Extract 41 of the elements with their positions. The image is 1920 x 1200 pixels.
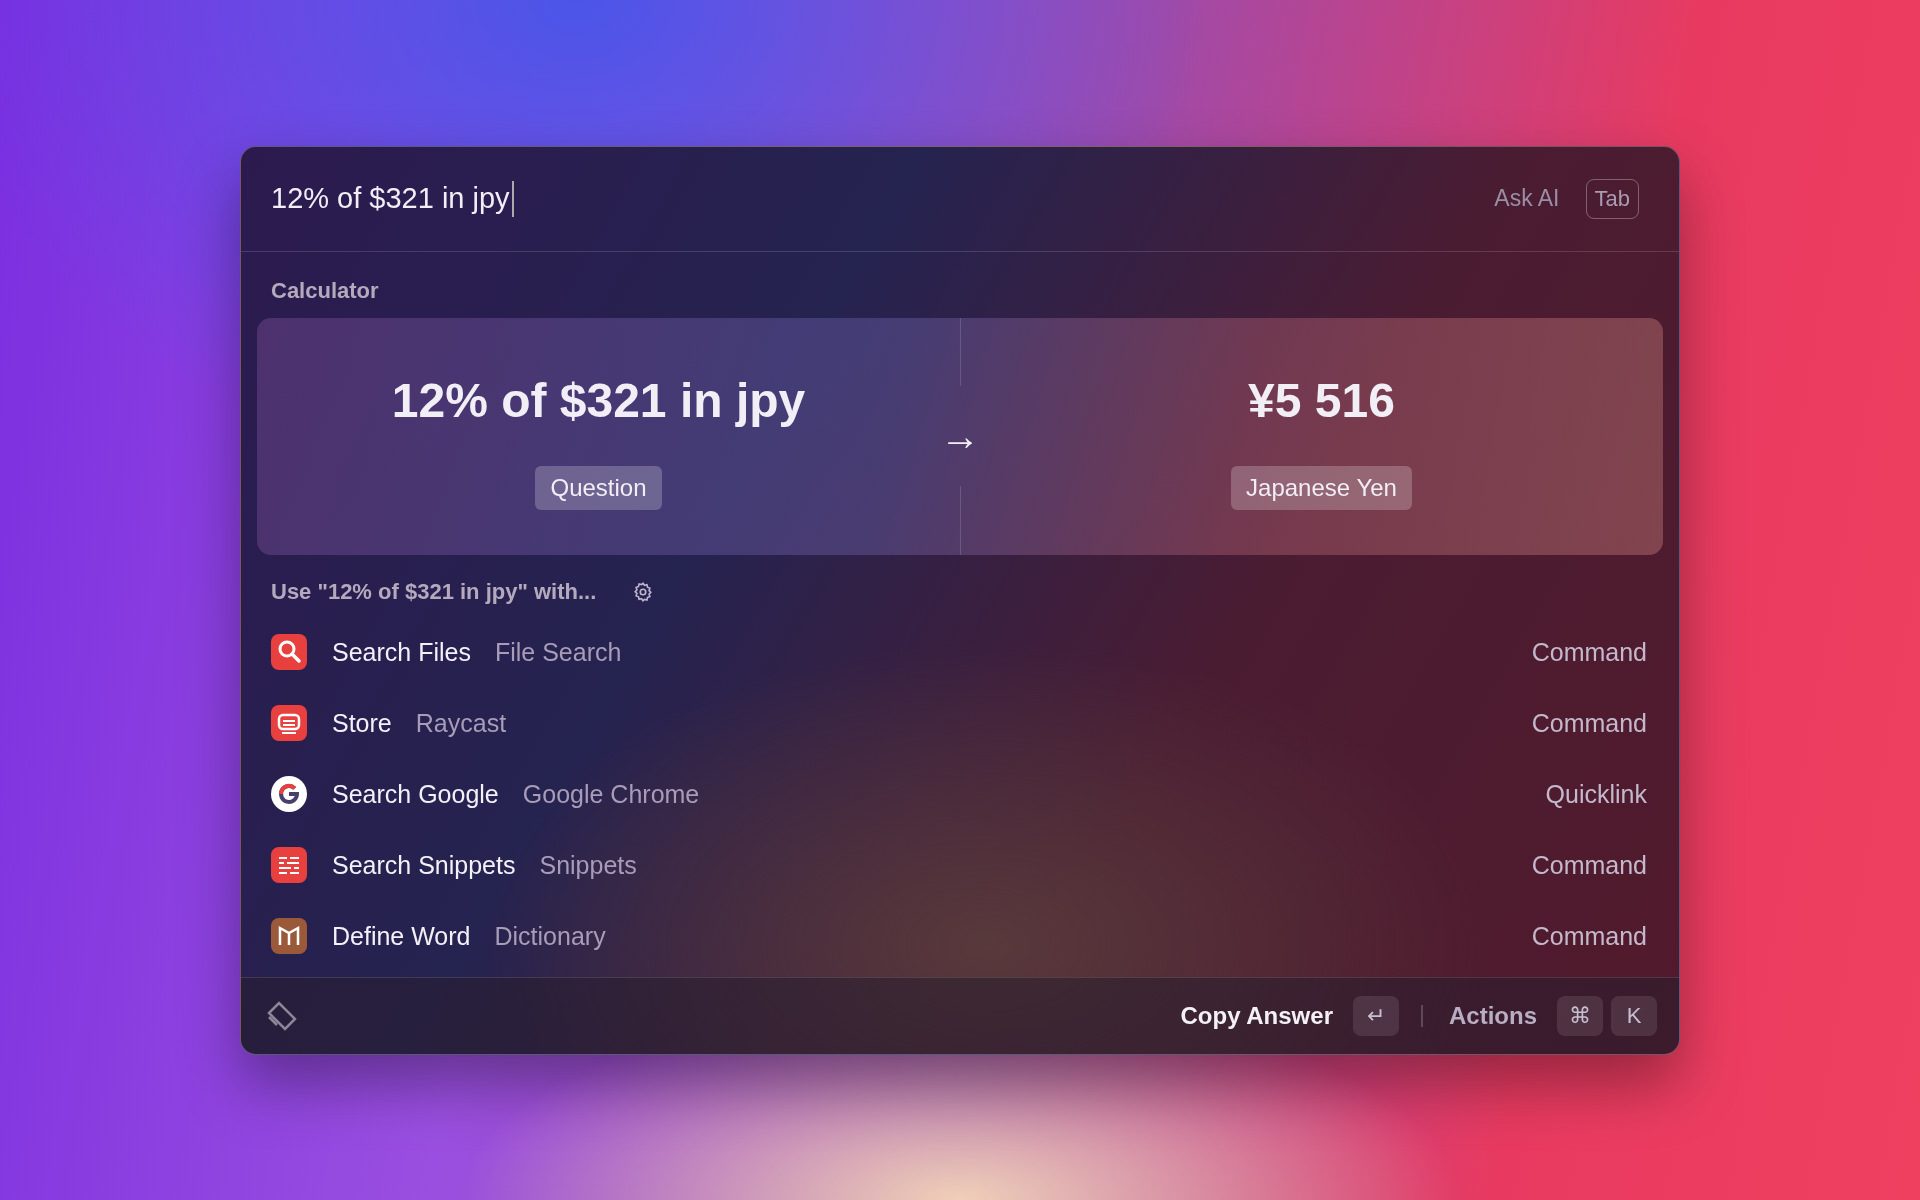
shortcut-key: ⌘: [1557, 995, 1603, 1036]
arrow-icon: →: [940, 386, 980, 486]
actions-button[interactable]: Actions: [1437, 1001, 1549, 1030]
section-title: Calculator: [270, 276, 380, 305]
result-item[interactable]: Search Google Google Chrome Quicklink: [257, 758, 1663, 830]
result-type: Quicklink: [1545, 779, 1647, 809]
magnifier-icon: [271, 634, 307, 670]
copy-answer-button[interactable]: Copy Answer: [1168, 1001, 1345, 1030]
shortcut-key: K: [1611, 995, 1657, 1036]
result-type: Command: [1531, 850, 1647, 880]
question-label: Question: [535, 465, 662, 510]
result-subtitle: File Search: [494, 637, 623, 667]
result-subtitle: Dictionary: [494, 921, 607, 951]
question-text: 12% of $321 in jpy: [391, 372, 806, 428]
result-subtitle: Raycast: [415, 708, 508, 738]
result-item[interactable]: Define Word Dictionary Command: [257, 900, 1663, 972]
result-type: Command: [1531, 708, 1647, 738]
use-with-text: Use "12% of $321 in jpy" with...: [271, 578, 597, 605]
result-title: Search Snippets: [332, 850, 516, 880]
result-title: Search Google: [332, 779, 499, 809]
result-type: Command: [1531, 921, 1647, 951]
result-type: Command: [1531, 637, 1647, 667]
calculator-card[interactable]: 12% of $321 in jpy Question → ¥5 516 Japanese Yen: [257, 317, 1663, 555]
settings-icon[interactable]: [632, 580, 655, 603]
tab-key: Tab: [1585, 178, 1639, 219]
result-title: Store: [332, 708, 392, 738]
result-item[interactable]: Store Raycast Command: [257, 687, 1663, 759]
search-field[interactable]: 12% of $321 in jpy: [271, 180, 1495, 217]
result-item[interactable]: Search Snippets Snippets Command: [257, 829, 1663, 901]
answer-text: ¥5 516: [1248, 372, 1395, 428]
result-title: Search Files: [332, 637, 471, 667]
result-subtitle: Snippets: [539, 850, 638, 880]
result-item[interactable]: Search Files File Search Command: [257, 616, 1663, 688]
ask-ai-label[interactable]: Ask AI: [1494, 185, 1560, 212]
currency-label: Japanese Yen: [1231, 465, 1412, 510]
result-title: Define Word: [332, 921, 471, 951]
google-icon: [271, 776, 307, 812]
snippets-icon: [271, 847, 307, 883]
enter-key: ↵: [1353, 995, 1399, 1036]
store-icon: [271, 705, 307, 741]
result-subtitle: Google Chrome: [522, 779, 701, 809]
